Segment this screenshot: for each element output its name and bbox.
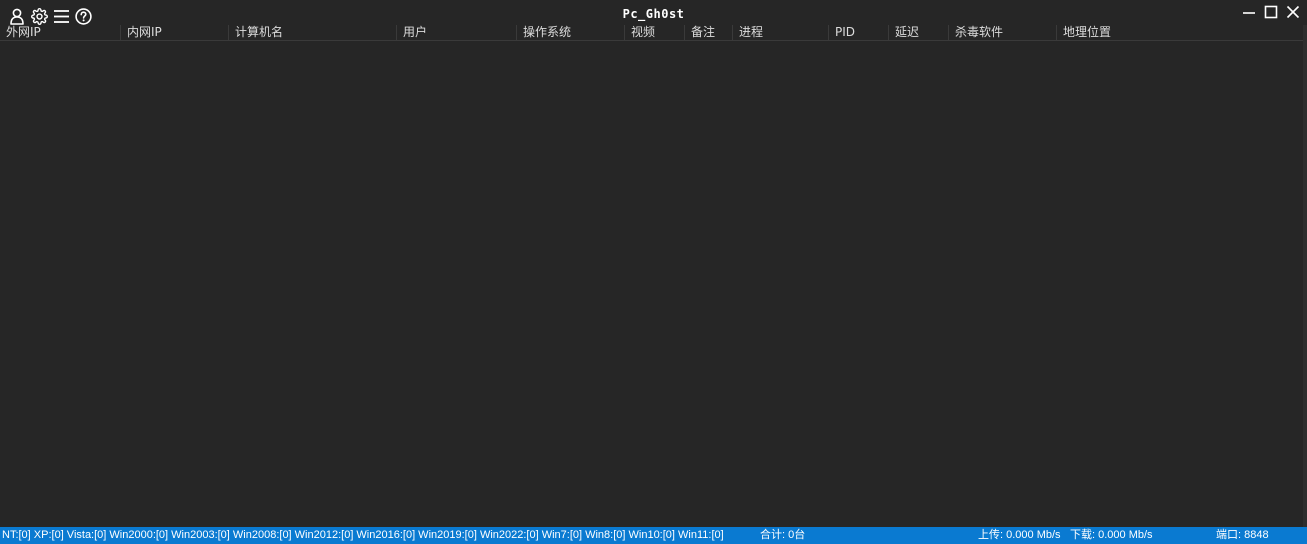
column-header-computer-name[interactable]: 计算机名 [229, 25, 397, 40]
column-header-video[interactable]: 视频 [625, 25, 685, 40]
list-header: 外网IP 内网IP 计算机名 用户 操作系统 视频 备注 进程 PID 延迟 杀… [0, 25, 1303, 41]
minimize-icon[interactable] [1241, 4, 1257, 20]
column-header-internal-ip[interactable]: 内网IP [121, 25, 229, 40]
column-header-antivirus[interactable]: 杀毒软件 [949, 25, 1057, 40]
os-counts: NT:[0] XP:[0] Vista:[0] Win2000:[0] Win2… [2, 529, 724, 541]
window-title: Pc_Gh0st [622, 7, 685, 21]
title-bar[interactable]: Pc_Gh0st [0, 0, 1307, 25]
total-count: 合计: 0台 [760, 529, 806, 541]
window-controls [1241, 4, 1301, 20]
scrollbar-edge[interactable] [1303, 25, 1307, 527]
column-header-process[interactable]: 进程 [733, 25, 829, 40]
upload-speed: 上传: 0.000 Mb/s [978, 529, 1061, 541]
app-window: Pc_Gh0st 外网IP 内网IP 计算机名 用户 操作系统 视频 备注 进程… [0, 0, 1307, 544]
download-speed: 下载: 0.000 Mb/s [1070, 529, 1153, 541]
column-header-note[interactable]: 备注 [685, 25, 733, 40]
status-bar: NT:[0] XP:[0] Vista:[0] Win2000:[0] Win2… [0, 527, 1307, 544]
close-icon[interactable] [1285, 4, 1301, 20]
column-header-latency[interactable]: 延迟 [889, 25, 949, 40]
column-header-user[interactable]: 用户 [397, 25, 517, 40]
maximize-icon[interactable] [1263, 4, 1279, 20]
port-number: 端口: 8848 [1216, 529, 1269, 541]
column-header-location[interactable]: 地理位置 [1057, 25, 1303, 40]
column-header-os[interactable]: 操作系统 [517, 25, 625, 40]
column-header-external-ip[interactable]: 外网IP [0, 25, 121, 40]
column-header-pid[interactable]: PID [829, 25, 889, 40]
host-list[interactable] [0, 41, 1303, 527]
